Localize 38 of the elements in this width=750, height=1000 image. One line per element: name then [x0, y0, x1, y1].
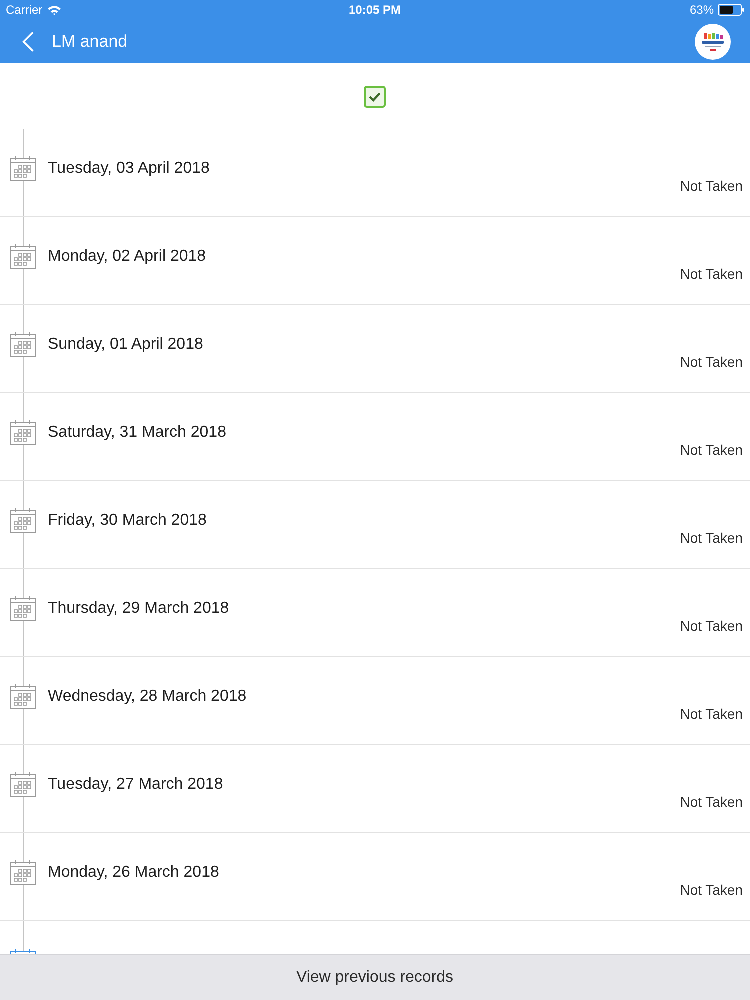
date-label: Wednesday, 28 March 2018	[48, 688, 247, 706]
date-label: Tuesday, 27 March 2018	[48, 776, 224, 794]
date-label: Sunday, 01 April 2018	[48, 336, 204, 354]
date-label: Friday, 30 March 2018	[48, 512, 207, 530]
calendar-icon	[10, 684, 36, 709]
date-label: Monday, 02 April 2018	[48, 248, 206, 266]
checkbox[interactable]	[364, 86, 386, 108]
attendance-status: Not Taken	[680, 618, 743, 634]
calendar-icon	[10, 596, 36, 621]
attendance-status: Not Taken	[680, 266, 743, 282]
calendar-icon	[10, 332, 36, 357]
battery-icon	[718, 4, 745, 16]
attendance-status: Not Taken	[680, 882, 743, 898]
attendance-status: Not Taken	[680, 442, 743, 458]
calendar-icon	[10, 772, 36, 797]
attendance-status: Not Taken	[680, 354, 743, 370]
carrier-label: Carrier	[6, 3, 43, 17]
date-label: Saturday, 31 March 2018	[48, 424, 226, 442]
attendance-status: Not Taken	[680, 706, 743, 722]
wifi-icon	[46, 4, 62, 16]
date-label: Monday, 26 March 2018	[48, 864, 220, 882]
school-logo-icon	[695, 24, 731, 60]
calendar-icon	[10, 860, 36, 885]
calendar-icon	[10, 244, 36, 269]
back-chevron-icon[interactable]	[22, 30, 35, 52]
view-previous-records-button[interactable]: View previous records	[0, 954, 750, 1000]
calendar-icon	[10, 508, 36, 533]
calendar-icon	[10, 420, 36, 445]
attendance-status: Not Taken	[680, 794, 743, 810]
clock-label: 10:05 PM	[348, 3, 402, 17]
date-label: Tuesday, 03 April 2018	[48, 160, 210, 178]
calendar-icon	[10, 156, 36, 181]
check-icon	[369, 92, 381, 102]
battery-percent: 63%	[690, 3, 714, 17]
date-label: Thursday, 29 March 2018	[48, 600, 230, 618]
attendance-status: Not Taken	[680, 178, 743, 194]
attendance-status: Not Taken	[680, 530, 743, 546]
nav-title: LM anand	[52, 32, 129, 52]
